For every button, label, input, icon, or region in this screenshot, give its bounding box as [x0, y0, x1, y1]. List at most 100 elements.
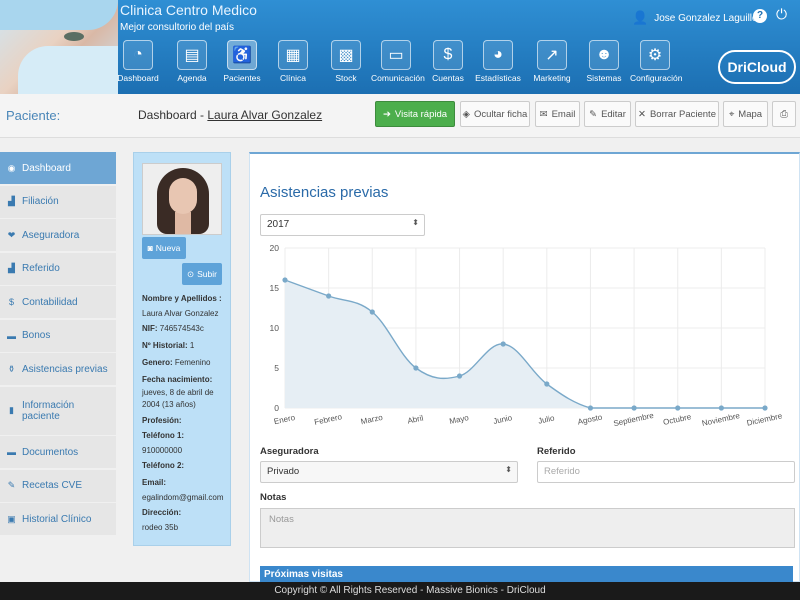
- module-label: Comunicación: [371, 73, 425, 83]
- power-icon[interactable]: ⏻: [776, 6, 787, 23]
- notebook-icon: ▤: [177, 40, 207, 70]
- year-select-value: 2017: [267, 219, 290, 230]
- gauge-icon: ◔: [123, 40, 153, 70]
- patient-card: ◙ Nueva ⊙ Subir Nombre y Apellidos : Laura…: [133, 152, 231, 546]
- x-tick-label: Octubre: [662, 412, 692, 427]
- line-chart-icon: ↗: [537, 40, 567, 70]
- clipboard-icon: ▦: [278, 40, 308, 70]
- sidebar-item-contabilidad[interactable]: $ Contabilidad: [0, 286, 116, 318]
- series-area: [285, 280, 765, 408]
- sidebar-item-label: Información paciente: [22, 399, 75, 422]
- sidebar-item-dashboard[interactable]: ◉ Dashboard: [0, 152, 116, 184]
- module-label: Clínica: [280, 73, 306, 83]
- x-tick-label: Enero: [273, 413, 296, 426]
- module-clipboard[interactable]: ▦ Clínica: [268, 40, 318, 83]
- print-button[interactable]: ⎙: [772, 101, 796, 127]
- module-user-gear[interactable]: ☻ Sistemas: [579, 40, 629, 83]
- year-select[interactable]: 2017 ⬍: [260, 214, 425, 236]
- sidebar-item-label: Recetas CVE: [22, 480, 83, 491]
- module-boxes[interactable]: ▩ Stock: [321, 40, 371, 83]
- x-tick-label: Febrero: [313, 412, 343, 427]
- data-point: [762, 405, 768, 411]
- name-label: Nombre y Apellidos: [142, 294, 217, 303]
- wheelchair-icon: ♿: [227, 40, 257, 70]
- referred-placeholder: Referido: [544, 466, 580, 477]
- patient-info: Nombre y Apellidos : Laura Alvar Gonzale…: [142, 291, 230, 535]
- dricloud-logo: DriCloud: [718, 50, 796, 84]
- nif-label: NIF: [142, 324, 155, 333]
- upload-photo-button[interactable]: ⊙ Subir: [182, 263, 222, 285]
- sidebar-item-recetas-cve[interactable]: ✎ Recetas CVE: [0, 469, 116, 502]
- data-point: [544, 381, 550, 387]
- data-point: [369, 309, 375, 315]
- module-label: Estadísticas: [475, 73, 521, 83]
- module-wheelchair[interactable]: ♿ Pacientes: [217, 40, 267, 83]
- user-menu[interactable]: 👤 Jose Gonzalez Laguillo: [632, 10, 758, 26]
- module-pie-chart[interactable]: ◕ Estadísticas: [473, 40, 523, 83]
- sidebar-item-filiación[interactable]: ▟ Filiación: [0, 185, 116, 218]
- bar-chart-icon: ▟: [8, 196, 15, 206]
- phone2-label: Teléfono 2: [142, 461, 182, 470]
- data-point: [631, 405, 637, 411]
- module-label: Stock: [335, 73, 357, 83]
- address-label: Dirección: [142, 508, 179, 517]
- sidebar-item-bonos[interactable]: ▬ Bonos: [0, 319, 116, 352]
- upload-icon: ⊙: [187, 268, 195, 279]
- boxes-icon: ▩: [331, 40, 361, 70]
- clinic-subtitle: Mejor consultorio del país: [120, 22, 234, 33]
- module-gears[interactable]: ⚙ Configuración: [630, 40, 682, 83]
- module-gauge[interactable]: ◔ Dashboard: [113, 40, 163, 83]
- sidebar-item-referido[interactable]: ▟ Referido: [0, 252, 116, 285]
- upload-photo-label: Subir: [197, 269, 217, 279]
- email-button[interactable]: ✉ Email: [535, 101, 580, 127]
- gears-icon: ⚙: [640, 40, 670, 70]
- data-point: [675, 405, 681, 411]
- edit-label: Editar: [601, 108, 626, 120]
- patient-name-link[interactable]: Laura Alvar Gonzalez: [207, 108, 322, 122]
- map-button[interactable]: ⌖ Mapa: [723, 101, 768, 127]
- x-tick-label: Noviembre: [701, 411, 741, 428]
- patient-photo: [142, 163, 222, 235]
- phone1-value: 910000000: [142, 446, 183, 455]
- delete-patient-button[interactable]: ✕ Borrar Paciente: [635, 101, 719, 127]
- pencil-icon: ✎: [7, 480, 16, 490]
- module-chat[interactable]: ▭ Comunicación: [371, 40, 425, 83]
- module-money[interactable]: $ Cuentas: [423, 40, 473, 83]
- chat-icon: ▭: [381, 40, 411, 70]
- new-photo-button[interactable]: ◙ Nueva: [142, 237, 186, 259]
- y-tick-label: 5: [274, 363, 279, 373]
- referred-input[interactable]: Referido: [537, 461, 795, 483]
- pie-chart-icon: ◕: [483, 40, 513, 70]
- user-name: Jose Gonzalez Laguillo: [654, 12, 758, 24]
- phone1-label: Teléfono 1: [142, 431, 182, 440]
- edit-button[interactable]: ✎ Editar: [584, 101, 631, 127]
- sidebar-item-asistencias-previas[interactable]: ⚱ Asistencias previas: [0, 353, 116, 385]
- sidebar-item-aseguradora[interactable]: ❤ Aseguradora: [0, 219, 116, 251]
- history-value: 1: [189, 341, 195, 350]
- printer-icon: ⎙: [780, 108, 788, 120]
- section-title: Asistencias previas: [260, 184, 389, 201]
- help-icon[interactable]: ?: [753, 9, 767, 23]
- sidebar-item-documentos[interactable]: ▬ Documentos: [0, 436, 116, 468]
- select-arrows-icon: ⬍: [505, 465, 512, 474]
- next-visits-label: Próximas visitas: [264, 569, 343, 580]
- notes-textarea[interactable]: Notas: [260, 508, 795, 548]
- module-label: Dashboard: [117, 73, 159, 83]
- patient-label: Paciente:: [6, 108, 61, 123]
- insurer-select[interactable]: Privado ⬍: [260, 461, 518, 483]
- x-tick-label: Julio: [537, 413, 556, 425]
- email-value: egalindom@gmail.com: [142, 493, 224, 502]
- user-gear-icon: ☻: [589, 40, 619, 70]
- eye-slash-icon: ◈: [462, 108, 470, 120]
- data-point: [282, 277, 288, 283]
- sidebar-item-historial-clínico[interactable]: ▣ Historial Clínico: [0, 503, 116, 535]
- module-line-chart[interactable]: ↗ Marketing: [527, 40, 577, 83]
- quick-visit-button[interactable]: ➔ Visita rápida: [375, 101, 455, 127]
- close-icon: ✕: [638, 108, 646, 120]
- module-notebook[interactable]: ▤ Agenda: [167, 40, 217, 83]
- hide-record-button[interactable]: ◈ Ocultar ficha: [460, 101, 530, 127]
- nif-value: 746574543c: [159, 324, 204, 333]
- sidebar-item-información-paciente[interactable]: ▮ Información paciente: [0, 386, 116, 435]
- x-tick-label: Diciembre: [746, 411, 784, 427]
- user-icon: 👤: [632, 10, 649, 25]
